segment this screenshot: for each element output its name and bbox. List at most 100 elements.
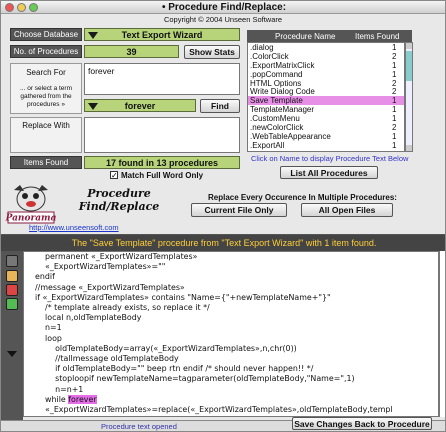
- check-icon[interactable]: [6, 298, 18, 310]
- procedure-item-count: 2: [392, 123, 397, 133]
- code-line: if «_ExportWizardTemplates» contains "Na…: [24, 293, 438, 303]
- procedure-list-item[interactable]: .popCommand 1: [248, 70, 404, 79]
- current-file-only-button[interactable]: Current File Only: [191, 203, 287, 217]
- procedure-item-count: 2: [392, 78, 397, 88]
- replace-scope-label: Replace Every Occurence In Multiple Proc…: [208, 193, 397, 202]
- dropdown-arrow-icon: [88, 32, 98, 39]
- find-button[interactable]: Find: [200, 99, 240, 113]
- match-full-word-checkbox[interactable]: ✓: [110, 171, 118, 180]
- scroll-down-icon[interactable]: [406, 145, 412, 151]
- procedure-name: .ExportMatrixClick: [250, 60, 315, 70]
- code-text: n=n+1: [30, 384, 84, 394]
- procedure-code-editor[interactable]: permanent «_ExportWizardTemplates» «_Exp…: [23, 251, 439, 417]
- search-input[interactable]: forever: [84, 63, 240, 95]
- items-found-header: Items Found: [355, 31, 400, 41]
- database-selected: Text Export Wizard: [121, 29, 203, 40]
- code-line: «_ExportWizardTemplates»="": [24, 262, 438, 272]
- procedure-list-item[interactable]: Save Template 1: [248, 96, 404, 105]
- title-bar[interactable]: • Procedure Find/Replace:: [1, 1, 445, 14]
- procedure-list-item[interactable]: .ExportMatrixClick 1: [248, 61, 404, 70]
- procedure-name: Write Dialog Code: [250, 87, 315, 97]
- procedure-item-count: 2: [392, 87, 397, 97]
- code-line: while forever: [24, 394, 438, 405]
- scroll-thumb[interactable]: [406, 51, 412, 81]
- website-link[interactable]: http://www.unseensoft.com: [29, 223, 119, 232]
- procedure-list-item[interactable]: .dialog 1: [248, 43, 404, 52]
- replace-input[interactable]: [84, 117, 240, 153]
- procedure-name: .ColorClick: [250, 51, 289, 61]
- choose-database-label: Choose Database: [10, 28, 82, 41]
- procedure-banner: The "Save Template" procedure from "Text…: [1, 235, 445, 251]
- procedure-item-count: 1: [392, 105, 397, 115]
- select-term-label: ... or select a term gathered from the p…: [19, 85, 73, 108]
- num-procedures-value: 39: [84, 45, 179, 58]
- panorama-logo: Panorama: [5, 185, 57, 224]
- procedure-list-item[interactable]: HTML Options 2: [248, 79, 404, 88]
- grip-icon[interactable]: [6, 255, 18, 267]
- replace-with-label: Replace With: [10, 117, 82, 153]
- scroll-up-icon[interactable]: [406, 43, 412, 49]
- procedure-list-header: Procedure Name Items Found: [247, 30, 412, 42]
- procedure-item-count: 1: [392, 140, 397, 150]
- procedure-name: HTML Options: [250, 78, 302, 88]
- code-text: local n,oldTemplateBody: [30, 313, 142, 323]
- procedure-list-item[interactable]: Write Dialog Code 2: [248, 87, 404, 96]
- code-text: «_ExportWizardTemplates»="": [30, 262, 166, 272]
- procedure-list-scrollbar[interactable]: [405, 42, 413, 152]
- product-name: Procedure Find/Replace: [64, 187, 174, 213]
- all-open-files-button[interactable]: All Open Files: [301, 203, 393, 217]
- copyright-text: Copyright © 2004 Unseen Software: [163, 15, 283, 24]
- save-changes-button[interactable]: Save Changes Back to Procedure: [292, 417, 432, 430]
- show-stats-button[interactable]: Show Stats: [184, 45, 240, 59]
- items-found-label: Items Found: [10, 156, 82, 169]
- database-dropdown[interactable]: Text Export Wizard: [84, 28, 240, 41]
- procedure-name: .dialog: [250, 43, 274, 52]
- code-line: local n,oldTemplateBody: [24, 313, 438, 323]
- procedure-name: .newColorClick: [250, 123, 304, 133]
- code-text: if oldTemplateBody="" beep rtn endif /* …: [30, 364, 314, 374]
- procedure-name: Save Template: [250, 96, 303, 106]
- search-for-label: Search For: [26, 68, 66, 77]
- code-line: endif: [24, 272, 438, 282]
- search-match-highlight: forever: [68, 394, 97, 404]
- procedure-list-item[interactable]: .ColorClick 2: [248, 52, 404, 61]
- code-text: oldTemplateBody=array(«_ExportWizardTemp…: [30, 343, 297, 353]
- list-hint: Click on Name to display Procedure Text …: [251, 154, 409, 163]
- code-text: «_ExportWizardTemplates»=replace(«_Expor…: [30, 405, 393, 415]
- code-line: n=1: [24, 323, 438, 333]
- list-all-procedures-button[interactable]: List All Procedures: [280, 166, 378, 179]
- code-text: permanent «_ExportWizardTemplates»: [30, 252, 198, 261]
- procedure-list-item[interactable]: .WebTableAppearance 1: [248, 132, 404, 141]
- procedure-list-item[interactable]: .newColorClick 2: [248, 123, 404, 132]
- logo-text: Panorama: [5, 214, 57, 224]
- code-line: /* template already exists, so replace i…: [24, 303, 438, 313]
- code-text: /* template already exists, so replace i…: [30, 303, 210, 313]
- code-text: //message «_ExportWizardTemplates»: [30, 282, 185, 292]
- procedure-list-item[interactable]: .CustomMenu 1: [248, 114, 404, 123]
- procedure-list-item[interactable]: .ExportAll 1: [248, 141, 404, 150]
- code-line: //tallmessage oldTemplateBody: [24, 354, 438, 364]
- code-line: oldTemplateBody=array(«_ExportWizardTemp…: [24, 344, 438, 354]
- procedure-name: .popCommand: [250, 69, 303, 79]
- procedure-name: .ExportAll: [250, 140, 285, 150]
- search-for-panel: Search For ... or select a term gathered…: [10, 63, 82, 114]
- code-text: n=1: [30, 323, 62, 333]
- procedure-list-item[interactable]: TemplateManager 1: [248, 105, 404, 114]
- status-text: Procedure text opened: [101, 422, 177, 431]
- items-found-value: 17 found in 13 procedures: [84, 156, 240, 169]
- procedure-item-count: 1: [392, 69, 397, 79]
- editor-toolbar: [1, 251, 23, 420]
- procedure-list[interactable]: .dialog 1 .ColorClick 2 .ExportMatrixClick 1.…: [247, 42, 405, 152]
- procedure-name: .WebTableAppearance: [250, 131, 331, 141]
- term-dropdown[interactable]: forever: [84, 99, 196, 112]
- product-name-line2: Find/Replace: [78, 200, 160, 213]
- code-line: n=n+1: [24, 385, 438, 395]
- code-text: if «_ExportWizardTemplates» contains "Na…: [30, 292, 331, 302]
- num-procedures-label: No. of Procedures: [10, 45, 82, 58]
- stop-icon[interactable]: [6, 284, 18, 296]
- edit-icon[interactable]: [6, 270, 18, 282]
- expand-arrow-icon[interactable]: [7, 351, 17, 357]
- procedure-name: TemplateManager: [250, 105, 315, 115]
- code-text: stoploopif newTemplateName=tagparameter(…: [30, 374, 355, 384]
- editor-scrollbar[interactable]: [439, 251, 445, 417]
